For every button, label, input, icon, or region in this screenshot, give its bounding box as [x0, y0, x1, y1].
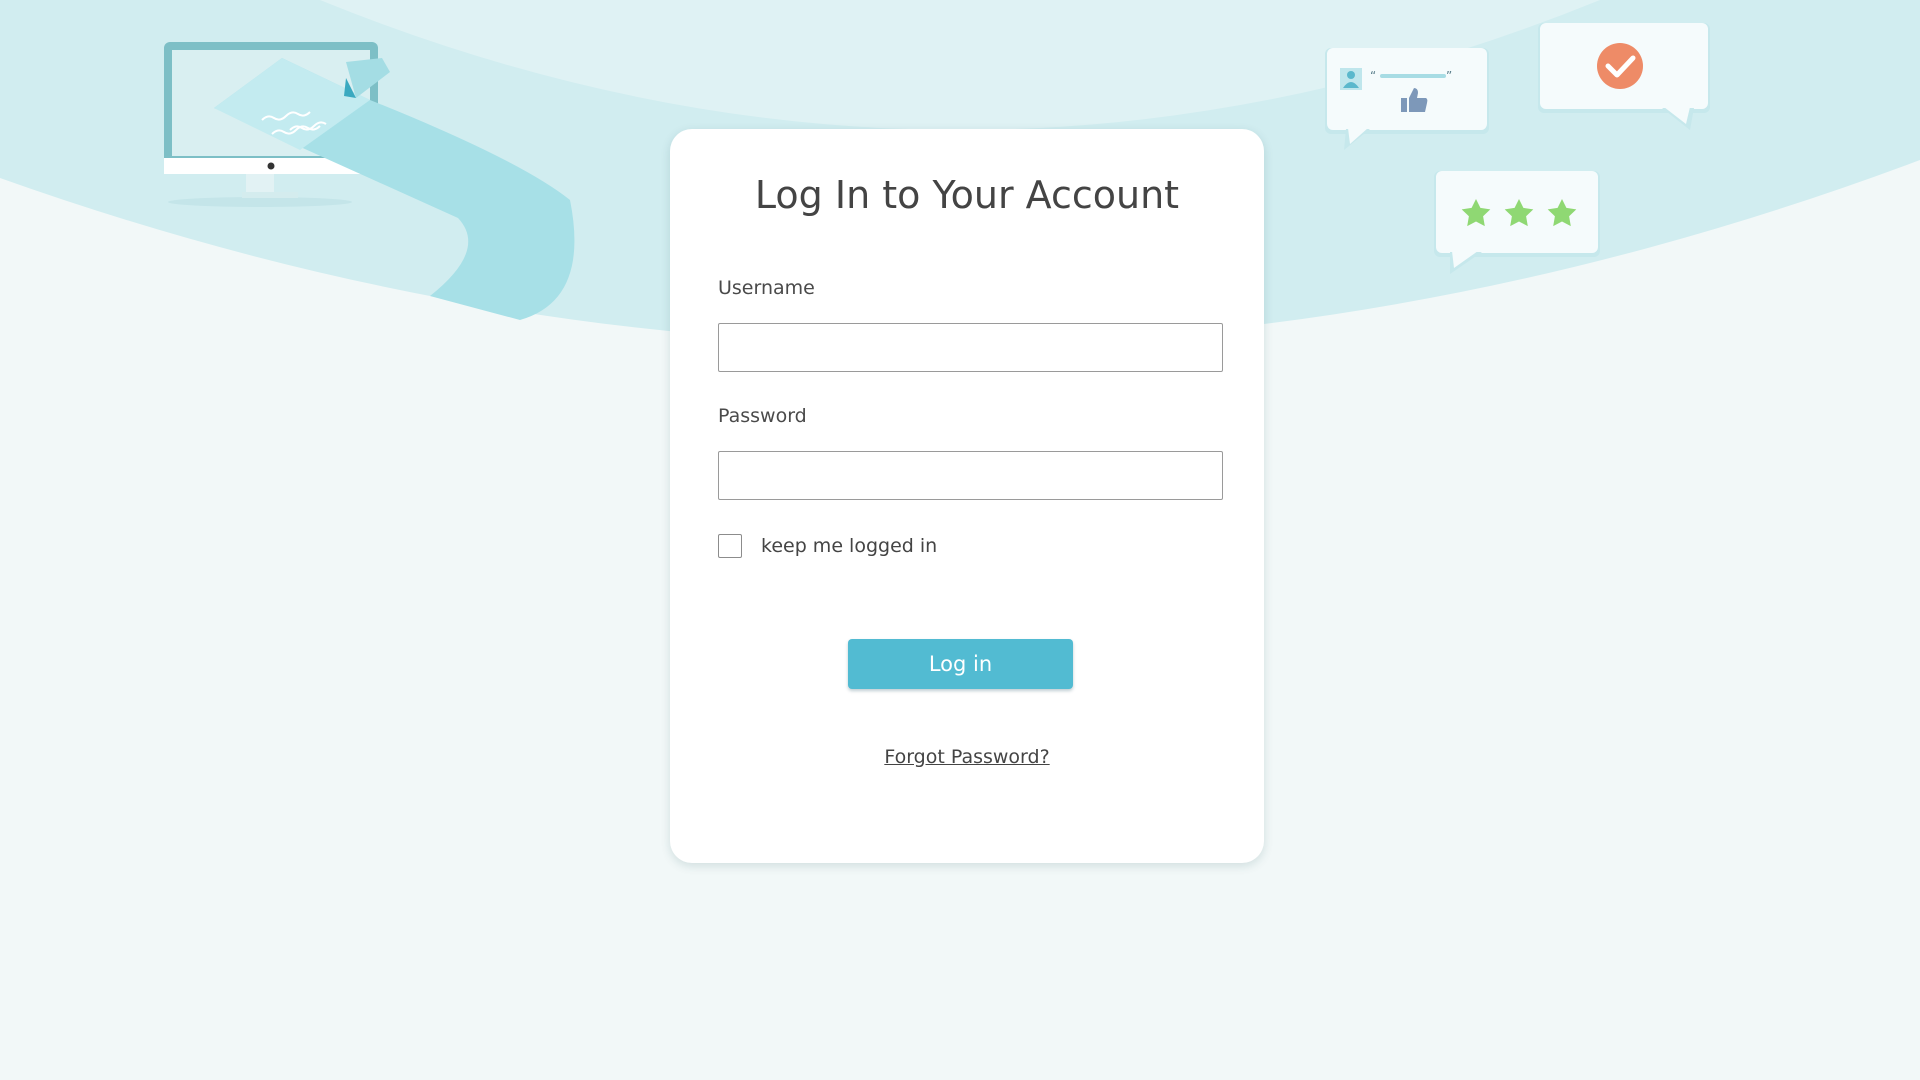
- login-title: Log In to Your Account: [754, 173, 1180, 217]
- user-icon: [1340, 68, 1362, 90]
- svg-text:”: ”: [1446, 69, 1452, 83]
- svg-text:“: “: [1370, 69, 1376, 83]
- check-circle-icon: [1597, 43, 1643, 89]
- password-input[interactable]: [718, 451, 1223, 500]
- username-label: Username: [718, 277, 815, 299]
- username-input[interactable]: [718, 323, 1223, 372]
- remember-me-checkbox[interactable]: [718, 534, 742, 558]
- remember-me-label[interactable]: keep me logged in: [761, 535, 937, 557]
- password-label: Password: [718, 405, 807, 427]
- login-card: Log In to Your Account Username Password…: [670, 129, 1264, 863]
- remember-me-row[interactable]: keep me logged in: [718, 533, 937, 559]
- login-button[interactable]: Log in: [848, 639, 1073, 689]
- forgot-password-link[interactable]: Forgot Password?: [670, 746, 1264, 768]
